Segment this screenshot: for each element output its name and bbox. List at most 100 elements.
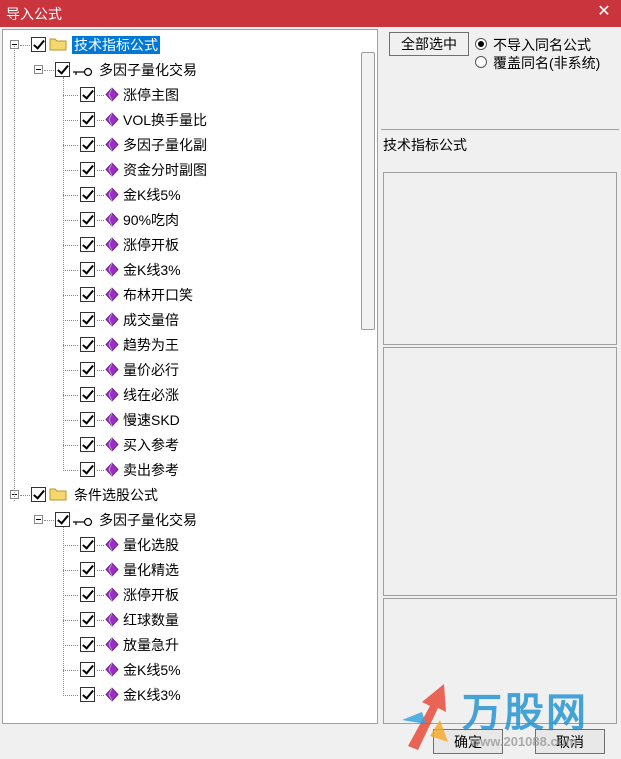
formula-gem-icon: [105, 337, 119, 352]
formula-checkbox[interactable]: [80, 162, 95, 177]
formula-gem-icon: [105, 587, 119, 602]
tree-formula-row[interactable]: 涨停开板: [3, 234, 353, 256]
tree-formula-row[interactable]: 买入参考: [3, 434, 353, 456]
tree-formula-row[interactable]: 金K线3%: [3, 259, 353, 281]
tree-connector: [97, 395, 104, 396]
tree-connector: [63, 295, 78, 296]
tree-formula-row[interactable]: 金K线3%: [3, 684, 353, 706]
tree-group-row[interactable]: 条件选股公式: [3, 484, 353, 506]
preview-box-3: [383, 598, 617, 724]
formula-label: 趋势为王: [123, 337, 179, 353]
formula-checkbox[interactable]: [80, 137, 95, 152]
formula-checkbox[interactable]: [80, 612, 95, 627]
formula-gem-icon: [105, 312, 119, 327]
close-icon[interactable]: ✕: [595, 2, 613, 22]
group-checkbox[interactable]: [31, 487, 46, 502]
tree-connector: [97, 470, 104, 471]
formula-checkbox[interactable]: [80, 437, 95, 452]
formula-checkbox[interactable]: [80, 262, 95, 277]
tree-formula-row[interactable]: 成交量倍: [3, 309, 353, 331]
section-label: 技术指标公式: [383, 137, 467, 153]
formula-gem-icon: [105, 387, 119, 402]
tree-formula-row[interactable]: 红球数量: [3, 609, 353, 631]
ok-button[interactable]: 确定: [433, 729, 503, 754]
tree-formula-row[interactable]: 趋势为王: [3, 334, 353, 356]
tree-formula-row[interactable]: 涨停主图: [3, 84, 353, 106]
option-overwrite-label: 覆盖同名(非系统): [493, 55, 601, 71]
formula-label: 涨停开板: [123, 237, 179, 253]
formula-checkbox[interactable]: [80, 87, 95, 102]
tree-connector: [97, 320, 104, 321]
tree-formula-row[interactable]: 资金分时副图: [3, 159, 353, 181]
formula-label: 成交量倍: [123, 312, 179, 328]
tree-connector: [97, 595, 104, 596]
tree-formula-row[interactable]: 多因子量化副: [3, 134, 353, 156]
formula-label: 多因子量化副: [123, 137, 207, 153]
tree-formula-row[interactable]: 涨停开板: [3, 584, 353, 606]
tree-connector: [97, 420, 104, 421]
collapse-icon[interactable]: [34, 515, 43, 524]
tree-connector: [63, 95, 78, 96]
tree-formula-row[interactable]: VOL换手量比: [3, 109, 353, 131]
formula-checkbox[interactable]: [80, 112, 95, 127]
tree-connector: [63, 420, 78, 421]
tree-formula-row[interactable]: 90%吃肉: [3, 209, 353, 231]
tree-connector: [97, 220, 104, 221]
formula-checkbox[interactable]: [80, 287, 95, 302]
set-checkbox[interactable]: [55, 62, 70, 77]
tree-connector: [63, 195, 78, 196]
formula-checkbox[interactable]: [80, 637, 95, 652]
tree-formula-row[interactable]: 金K线5%: [3, 184, 353, 206]
formula-gem-icon: [105, 112, 119, 127]
formula-checkbox[interactable]: [80, 362, 95, 377]
formula-checkbox[interactable]: [80, 187, 95, 202]
formula-checkbox[interactable]: [80, 312, 95, 327]
formula-checkbox[interactable]: [80, 537, 95, 552]
formula-gem-icon: [105, 87, 119, 102]
group-checkbox[interactable]: [31, 37, 46, 52]
set-label: 多因子量化交易: [99, 512, 197, 528]
tree-formula-row[interactable]: 金K线5%: [3, 659, 353, 681]
set-checkbox[interactable]: [55, 512, 70, 527]
tree-set-row[interactable]: 多因子量化交易: [3, 59, 353, 81]
formula-checkbox[interactable]: [80, 387, 95, 402]
formula-label: 涨停主图: [123, 87, 179, 103]
folder-icon: [49, 37, 67, 51]
formula-label: 量价必行: [123, 362, 179, 378]
formula-tree[interactable]: 技术指标公式 多因子量化交易 涨停主图 VOL换手量比 多因子量化副 资金分时副图 金K线5…: [2, 29, 378, 724]
select-all-button[interactable]: 全部选中: [389, 32, 469, 56]
formula-checkbox[interactable]: [80, 587, 95, 602]
formula-label: 红球数量: [123, 612, 179, 628]
formula-checkbox[interactable]: [80, 462, 95, 477]
tree-formula-row[interactable]: 线在必涨: [3, 384, 353, 406]
radio-skip-same-name[interactable]: [475, 38, 487, 50]
tree-connector: [63, 570, 78, 571]
tree-formula-row[interactable]: 量价必行: [3, 359, 353, 381]
tree-formula-row[interactable]: 量化精选: [3, 559, 353, 581]
collapse-icon[interactable]: [34, 65, 43, 74]
radio-overwrite-same-name[interactable]: [475, 56, 487, 68]
tree-formula-row[interactable]: 慢速SKD: [3, 409, 353, 431]
formula-checkbox[interactable]: [80, 562, 95, 577]
tree-formula-row[interactable]: 放量急升: [3, 634, 353, 656]
formula-gem-icon: [105, 362, 119, 377]
formula-checkbox[interactable]: [80, 662, 95, 677]
formula-checkbox[interactable]: [80, 237, 95, 252]
tree-formula-row[interactable]: 布林开口笑: [3, 284, 353, 306]
tree-connector: [63, 245, 78, 246]
formula-checkbox[interactable]: [80, 337, 95, 352]
preview-box-1: [383, 172, 617, 345]
formula-checkbox[interactable]: [80, 412, 95, 427]
tree-formula-row[interactable]: 卖出参考: [3, 459, 353, 481]
tree-scrollbar-thumb[interactable]: [361, 52, 375, 330]
tree-group-row[interactable]: 技术指标公式: [3, 34, 353, 56]
tree-set-row[interactable]: 多因子量化交易: [3, 509, 353, 531]
cancel-button[interactable]: 取消: [535, 729, 605, 754]
tree-formula-row[interactable]: 量化选股: [3, 534, 353, 556]
formula-label: 金K线5%: [123, 662, 181, 678]
title-bar: 导入公式 ✕: [0, 0, 621, 27]
formula-checkbox[interactable]: [80, 687, 95, 702]
formula-checkbox[interactable]: [80, 212, 95, 227]
tree-connector: [44, 520, 54, 521]
formula-gem-icon: [105, 212, 119, 227]
